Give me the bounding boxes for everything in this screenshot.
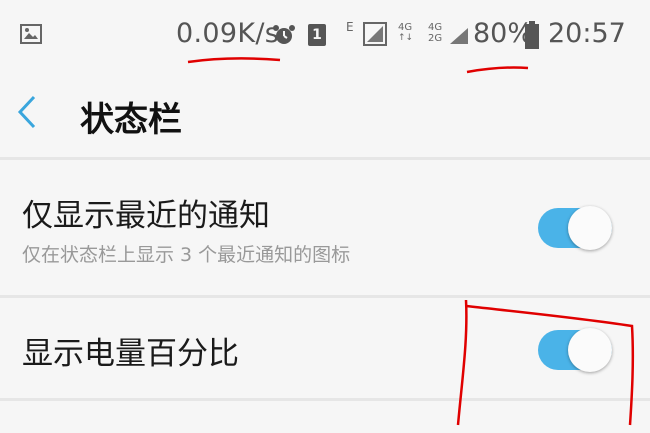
image-icon (20, 24, 42, 44)
net-speed: 0.09K/s (176, 18, 280, 49)
cell-signal-icon (450, 28, 468, 44)
sim-label: 1 (312, 27, 322, 43)
toggle-knob (568, 328, 612, 372)
recent-notifications-toggle[interactable] (538, 206, 612, 250)
sim-icon: 1 (308, 24, 326, 46)
network-type-2: 4G 2G (428, 22, 443, 44)
network-type-1: 4G ↑↓ (398, 22, 414, 43)
battery-percentage-toggle[interactable] (538, 328, 612, 372)
page-header: 状态栏 (0, 78, 650, 156)
data-type-e: E (346, 20, 354, 34)
setting-row-battery-percentage[interactable]: 显示电量百分比 (0, 298, 650, 398)
toggle-knob (568, 206, 612, 250)
clock-time: 20:57 (548, 18, 626, 49)
battery-icon (525, 21, 539, 49)
setting-title: 仅显示最近的通知 (22, 198, 270, 234)
setting-title: 显示电量百分比 (22, 336, 239, 372)
setting-subtitle: 仅在状态栏上显示 3 个最近通知的图标 (22, 244, 351, 266)
row-divider (0, 398, 650, 401)
page-title: 状态栏 (80, 100, 182, 140)
alarm-icon (273, 25, 295, 44)
back-arrow-icon[interactable] (12, 92, 42, 132)
setting-row-recent-notifications[interactable]: 仅显示最近的通知 仅在状态栏上显示 3 个最近通知的图标 (0, 160, 650, 295)
status-bar: 0.09K/s 1 E 4G ↑↓ 4G 2G 80% 20:57 (0, 0, 650, 78)
signal-box-icon (363, 22, 387, 46)
